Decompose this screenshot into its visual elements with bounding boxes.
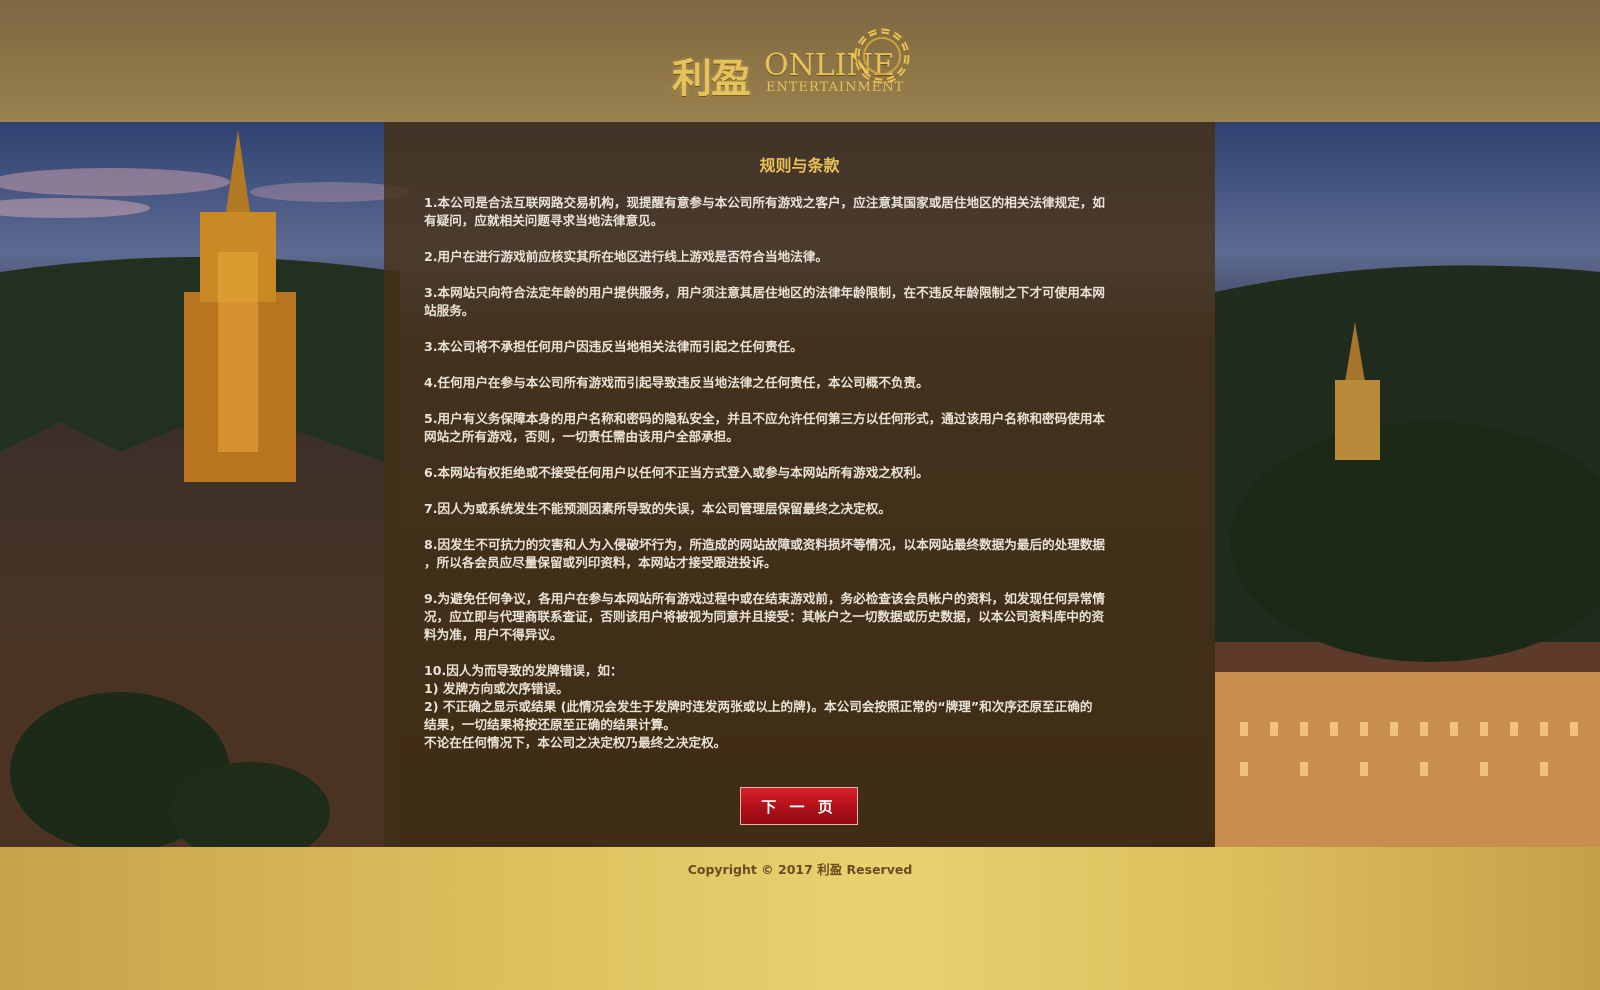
term-item: 3.本公司将不承担任何用户因违反当地相关法律而引起之任何责任。	[424, 338, 1186, 356]
term-line: 2) 不正确之显示或结果 (此情况会发生于发牌时连发两张或以上的牌)。本公司会按…	[424, 699, 1093, 714]
term-line: 4.任何用户在参与本公司所有游戏而引起导致违反当地法律之任何责任，本公司概不负责…	[424, 375, 929, 390]
term-item: 10.因人为而导致的发牌错误，如： 1) 发牌方向或次序错误。 2) 不正确之显…	[424, 662, 1186, 752]
term-line: 3.本网站只向符合法定年龄的用户提供服务，用户须注意其居住地区的法律年龄限制，在…	[424, 285, 1106, 300]
term-line: 有疑问，应就相关问题寻求当地法律意见。	[424, 213, 664, 228]
term-line: 料为准，用户不得异议。	[424, 627, 563, 642]
terms-panel: 规则与条款 1.本公司是合法互联网路交易机构，现提醒有意参与本公司所有游戏之客户…	[384, 122, 1215, 847]
term-line: 结果，一切结果将按还原至正确的结果计算。	[424, 717, 676, 732]
logo-brand-cn: 利盈	[672, 55, 751, 102]
term-item: 1.本公司是合法互联网路交易机构，现提醒有意参与本公司所有游戏之客户，应注意其国…	[424, 194, 1186, 230]
term-line: 7.因人为或系统发生不能预测因素所导致的失误，本公司管理层保留最终之决定权。	[424, 501, 891, 516]
term-item: 2.用户在进行游戏前应核实其所在地区进行线上游戏是否符合当地法律。	[424, 248, 1186, 266]
term-line: 3.本公司将不承担任何用户因违反当地相关法律而引起之任何责任。	[424, 339, 803, 354]
term-line: ，所以各会员应尽量保留或列印资料，本网站才接受跟进投诉。	[424, 555, 777, 570]
footer: Copyright © 2017 利盈 Reserved	[0, 847, 1600, 990]
term-line: 10.因人为而导致的发牌错误，如：	[424, 663, 623, 678]
term-item: 5.用户有义务保障本身的用户名称和密码的隐私安全，并且不应允许任何第三方以任何形…	[424, 410, 1186, 446]
term-line: 5.用户有义务保障本身的用户名称和密码的隐私安全，并且不应允许任何第三方以任何形…	[424, 411, 1106, 426]
term-line: 况，应立即与代理商联系查证，否则该用户将被视为同意并且接受：其帐户之一切数据或历…	[424, 609, 1105, 624]
terms-list: 1.本公司是合法互联网路交易机构，现提醒有意参与本公司所有游戏之客户，应注意其国…	[424, 194, 1186, 770]
term-line: 不论在任何情况下，本公司之决定权乃最终之决定权。	[424, 735, 727, 750]
term-line: 2.用户在进行游戏前应核实其所在地区进行线上游戏是否符合当地法律。	[424, 249, 828, 264]
copyright-text: Copyright © 2017 利盈 Reserved	[687, 862, 913, 877]
page: 利盈 ONLINE ENTERTAINMENT 规则与条款 1.本公司是合法互联…	[0, 0, 1600, 990]
term-line: 9.为避免任何争议，各用户在参与本网站所有游戏过程中或在结束游戏前，务必检查该会…	[424, 591, 1106, 606]
term-line: 站服务。	[424, 303, 475, 318]
brand-logo[interactable]: 利盈 ONLINE ENTERTAINMENT	[672, 26, 932, 102]
term-line: 6.本网站有权拒绝或不接受任何用户以任何不正当方式登入或参与本网站所有游戏之权利…	[424, 465, 929, 480]
next-page-button[interactable]: 下 一 页	[740, 787, 858, 825]
term-line: 1.本公司是合法互联网路交易机构，现提醒有意参与本公司所有游戏之客户，应注意其国…	[424, 195, 1106, 210]
header: 利盈 ONLINE ENTERTAINMENT	[0, 0, 1600, 122]
term-item: 9.为避免任何争议，各用户在参与本网站所有游戏过程中或在结束游戏前，务必检查该会…	[424, 590, 1186, 644]
term-item: 3.本网站只向符合法定年龄的用户提供服务，用户须注意其居住地区的法律年龄限制，在…	[424, 284, 1186, 320]
term-line: 网站之所有游戏，否则，一切责任需由该用户全部承担。	[424, 429, 739, 444]
casino-chip-icon	[854, 28, 910, 84]
panel-title: 规则与条款	[759, 156, 840, 175]
term-item: 4.任何用户在参与本公司所有游戏而引起导致违反当地法律之任何责任，本公司概不负责…	[424, 374, 1186, 392]
term-line: 1) 发牌方向或次序错误。	[424, 681, 569, 696]
term-item: 7.因人为或系统发生不能预测因素所导致的失误，本公司管理层保留最终之决定权。	[424, 500, 1186, 518]
term-line: 8.因发生不可抗力的灾害和人为入侵破坏行为，所造成的网站故障或资料损坏等情况，以…	[424, 537, 1106, 552]
term-item: 8.因发生不可抗力的灾害和人为入侵破坏行为，所造成的网站故障或资料损坏等情况，以…	[424, 536, 1186, 572]
term-item: 6.本网站有权拒绝或不接受任何用户以任何不正当方式登入或参与本网站所有游戏之权利…	[424, 464, 1186, 482]
